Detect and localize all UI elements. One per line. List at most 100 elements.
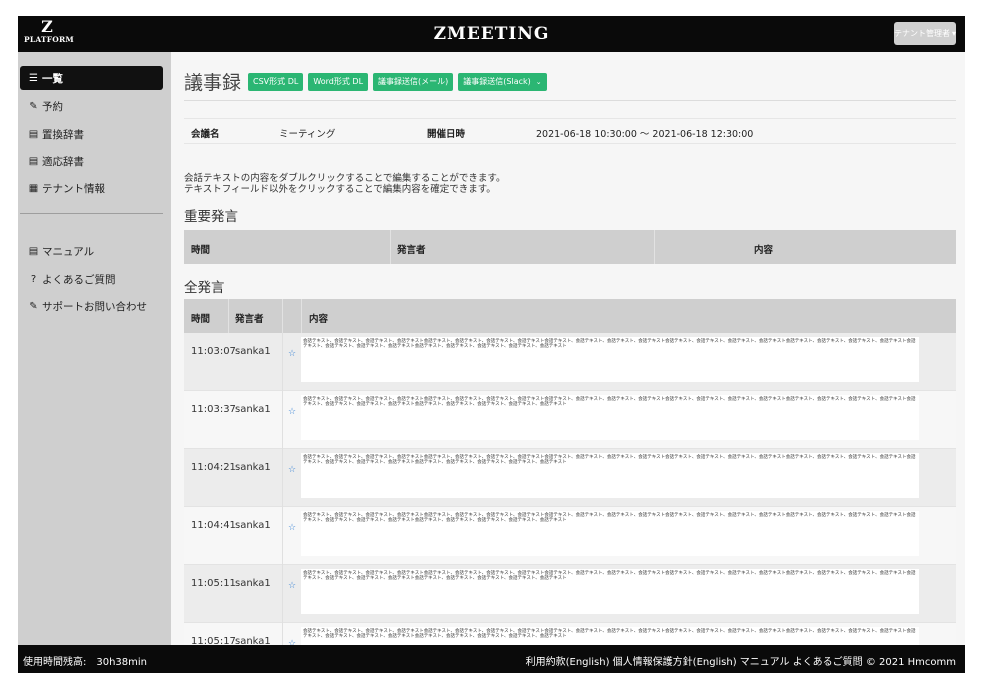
sidebar-item-label: 適応辞書 bbox=[42, 155, 84, 168]
column-divider bbox=[282, 565, 283, 623]
sidebar: ☰ 一覧 ✎ 予約 ▤ 置換辞書 ▤ 適応辞書 ▦ テナント情報 ▤ マニュアル… bbox=[18, 52, 171, 645]
column-divider bbox=[654, 230, 655, 264]
utterance-text[interactable]: 会話テキスト、会話テキスト、会話テキスト、会話テキスト会話テキスト、会話テキスト… bbox=[301, 569, 919, 614]
utterance-text[interactable]: 会話テキスト、会話テキスト、会話テキスト、会話テキスト会話テキスト、会話テキスト… bbox=[301, 395, 919, 440]
star-icon[interactable]: ☆ bbox=[288, 349, 296, 359]
book-icon: ▤ bbox=[28, 128, 39, 140]
id-card-icon: ▦ bbox=[28, 182, 39, 194]
sidebar-item-replace-dictionary[interactable]: ▤ 置換辞書 bbox=[20, 122, 163, 146]
page-title: 議事録 bbox=[184, 72, 242, 94]
usage-remaining: 使用時間残高: 30h38min bbox=[23, 657, 148, 668]
utterance-text[interactable]: 会話テキスト、会話テキスト、会話テキスト、会話テキスト会話テキスト、会話テキスト… bbox=[301, 511, 919, 556]
sidebar-item-tenant-info[interactable]: ▦ テナント情報 bbox=[20, 176, 163, 200]
send-slack-button[interactable]: 議事録送信(Slack) ⌄ bbox=[458, 72, 547, 91]
sidebar-item-label: 置換辞書 bbox=[42, 128, 84, 141]
header-time: 時間 bbox=[191, 314, 211, 325]
sidebar-item-label: テナント情報 bbox=[42, 182, 105, 195]
note-line: テキストフィールド以外をクリックすることで編集内容を確定できます。 bbox=[184, 184, 496, 195]
column-divider bbox=[228, 299, 229, 333]
sidebar-item-label: 一覧 bbox=[42, 72, 63, 85]
list-icon: ☰ bbox=[29, 72, 38, 84]
table-row: 11:05:11 sanka1 ☆ 会話テキスト、会話テキスト、会話テキスト、会… bbox=[184, 565, 956, 623]
sidebar-item-faq[interactable]: ? よくあるご質問 bbox=[20, 267, 163, 291]
meeting-datetime: 2021-06-18 10:30:00 ～ 2021-06-18 12:30:0… bbox=[536, 129, 754, 140]
tenant-admin-label: テナント管理者 bbox=[894, 29, 950, 38]
tenant-admin-dropdown[interactable]: テナント管理者 ▾ bbox=[894, 22, 956, 45]
sidebar-item-label: マニュアル bbox=[42, 245, 95, 258]
question-icon: ? bbox=[30, 273, 37, 285]
meeting-name-label: 会議名 bbox=[191, 129, 220, 140]
csv-download-button[interactable]: CSV形式 DL bbox=[248, 72, 304, 91]
sidebar-item-list[interactable]: ☰ 一覧 bbox=[20, 66, 163, 90]
star-icon[interactable]: ☆ bbox=[288, 407, 296, 417]
important-heading: 重要発言 bbox=[184, 209, 238, 225]
column-divider bbox=[282, 623, 283, 645]
header-speaker: 発言者 bbox=[397, 245, 426, 256]
column-divider bbox=[390, 230, 391, 264]
edit-instructions: 会話テキストの内容をダブルクリックすることで編集することができます。 テキストフ… bbox=[184, 173, 505, 195]
row-time: 11:03:37 bbox=[191, 404, 236, 415]
row-speaker: sanka1 bbox=[235, 346, 271, 357]
edit-icon: ✎ bbox=[29, 300, 38, 312]
table-row: 11:03:07 sanka1 ☆ 会話テキスト、会話テキスト、会話テキスト、会… bbox=[184, 333, 956, 391]
top-bar: Z PLATFORM ZMEETING テナント管理者 ▾ bbox=[18, 16, 965, 52]
row-time: 11:04:41 bbox=[191, 520, 236, 531]
chevron-down-icon: ▾ bbox=[952, 29, 956, 38]
main-content: 議事録 CSV形式 DL Word形式 DL 議事録送信(メール) 議事録送信(… bbox=[171, 52, 965, 645]
sidebar-item-label: よくあるご質問 bbox=[42, 273, 116, 286]
send-slack-label: 議事録送信(Slack) bbox=[463, 77, 531, 86]
table-row: 11:04:41 sanka1 ☆ 会話テキスト、会話テキスト、会話テキスト、会… bbox=[184, 507, 956, 565]
table-row: 11:04:21 sanka1 ☆ 会話テキスト、会話テキスト、会話テキスト、会… bbox=[184, 449, 956, 507]
sidebar-item-support[interactable]: ✎ サポートお問い合わせ bbox=[20, 294, 163, 318]
header-time: 時間 bbox=[191, 245, 211, 256]
sidebar-item-manual[interactable]: ▤ マニュアル bbox=[20, 239, 163, 263]
column-divider bbox=[282, 507, 283, 565]
row-speaker: sanka1 bbox=[235, 520, 271, 531]
all-table-header: 時間 発言者 内容 bbox=[184, 299, 956, 333]
star-icon[interactable]: ☆ bbox=[288, 581, 296, 591]
star-icon[interactable]: ☆ bbox=[288, 465, 296, 475]
table-row: 11:03:37 sanka1 ☆ 会話テキスト、会話テキスト、会話テキスト、会… bbox=[184, 391, 956, 449]
utterance-text[interactable]: 会話テキスト、会話テキスト、会話テキスト、会話テキスト会話テキスト、会話テキスト… bbox=[301, 337, 919, 382]
header-content: 内容 bbox=[309, 314, 329, 325]
column-divider bbox=[282, 449, 283, 507]
sidebar-divider bbox=[20, 213, 163, 214]
column-divider bbox=[282, 299, 283, 333]
row-speaker: sanka1 bbox=[235, 578, 271, 589]
row-time: 11:03:07 bbox=[191, 346, 236, 357]
utterance-text[interactable]: 会話テキスト、会話テキスト、会話テキスト、会話テキスト会話テキスト、会話テキスト… bbox=[301, 627, 919, 645]
row-speaker: sanka1 bbox=[235, 636, 271, 645]
row-time: 11:04:21 bbox=[191, 462, 236, 473]
book-icon: ▤ bbox=[28, 155, 39, 167]
sidebar-item-reservation[interactable]: ✎ 予約 bbox=[20, 94, 163, 118]
column-divider bbox=[282, 391, 283, 449]
all-heading: 全発言 bbox=[184, 280, 225, 296]
header-speaker: 発言者 bbox=[235, 314, 264, 325]
table-row: 11:05:17 sanka1 ☆ 会話テキスト、会話テキスト、会話テキスト、会… bbox=[184, 623, 956, 645]
row-time: 11:05:17 bbox=[191, 636, 236, 645]
datetime-label: 開催日時 bbox=[427, 129, 466, 140]
title-divider bbox=[184, 100, 956, 101]
column-divider bbox=[282, 333, 283, 391]
book-icon: ▤ bbox=[28, 245, 39, 257]
sidebar-item-label: サポートお問い合わせ bbox=[42, 300, 147, 313]
app-title: ZMEETING bbox=[433, 24, 550, 44]
pencil-icon: ✎ bbox=[29, 100, 38, 112]
send-mail-button[interactable]: 議事録送信(メール) bbox=[373, 72, 454, 91]
footer: 使用時間残高: 30h38min 利用約款(English) 個人情報保護方針(… bbox=[18, 645, 965, 673]
sidebar-item-label: 予約 bbox=[42, 100, 63, 113]
title-row: 議事録 CSV形式 DL Word形式 DL 議事録送信(メール) 議事録送信(… bbox=[184, 68, 547, 95]
row-speaker: sanka1 bbox=[235, 462, 271, 473]
header-content: 内容 bbox=[754, 245, 774, 256]
row-speaker: sanka1 bbox=[235, 404, 271, 415]
star-icon[interactable]: ☆ bbox=[288, 523, 296, 533]
meeting-info: 会議名 ミーティング 開催日時 2021-06-18 10:30:00 ～ 20… bbox=[184, 118, 956, 144]
footer-links[interactable]: 利用約款(English) 個人情報保護方針(English) マニュアル よく… bbox=[526, 653, 956, 668]
important-table-header: 時間 発言者 内容 bbox=[184, 230, 956, 264]
meeting-name: ミーティング bbox=[279, 129, 336, 140]
sidebar-item-adaptive-dictionary[interactable]: ▤ 適応辞書 bbox=[20, 149, 163, 173]
column-divider bbox=[301, 299, 302, 333]
word-download-button[interactable]: Word形式 DL bbox=[308, 72, 369, 91]
chevron-down-icon: ⌄ bbox=[535, 77, 542, 86]
utterance-text[interactable]: 会話テキスト、会話テキスト、会話テキスト、会話テキスト会話テキスト、会話テキスト… bbox=[301, 453, 919, 498]
